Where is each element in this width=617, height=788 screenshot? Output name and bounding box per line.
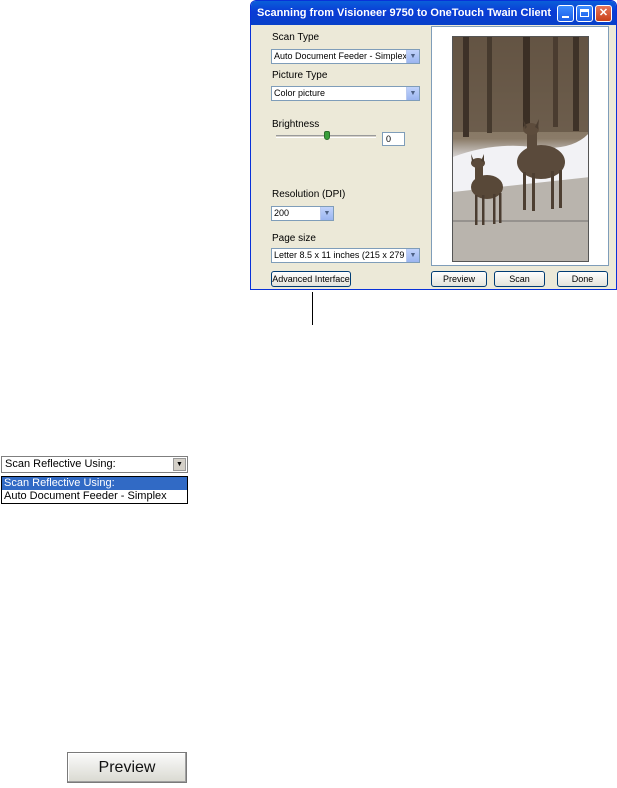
resolution-select[interactable]: 200 ▼: [271, 206, 334, 221]
preview-image: [452, 36, 589, 262]
scan-reflective-dropdown[interactable]: Scan Reflective Using: ▼: [1, 456, 188, 473]
dialog-body: Scan Type Auto Document Feeder - Simplex…: [251, 25, 616, 289]
resolution-value: 200: [274, 208, 290, 218]
maximize-icon[interactable]: [576, 4, 593, 22]
resolution-label: Resolution (DPI): [272, 189, 346, 200]
dropdown-option-list: Scan Reflective Using: Auto Document Fee…: [1, 476, 188, 504]
brightness-slider-thumb[interactable]: [324, 131, 330, 140]
picture-type-value: Color picture: [274, 88, 326, 98]
title-bar[interactable]: Scanning from Visioneer 9750 to OneTouch…: [251, 1, 616, 25]
dropdown-option[interactable]: Scan Reflective Using:: [2, 477, 187, 490]
deer-photo: [453, 37, 588, 261]
brightness-input[interactable]: 0: [382, 132, 405, 146]
chevron-down-icon[interactable]: ▼: [406, 50, 419, 63]
scan-type-label: Scan Type: [272, 32, 320, 43]
callout-line: [312, 292, 313, 325]
scan-type-value: Auto Document Feeder - Simplex: [274, 51, 408, 61]
done-button[interactable]: Done: [557, 271, 608, 287]
preview-button-large[interactable]: Preview: [67, 752, 187, 783]
picture-type-label: Picture Type: [272, 70, 328, 81]
scan-dialog: Scanning from Visioneer 9750 to OneTouch…: [250, 0, 617, 290]
page-size-select[interactable]: Letter 8.5 x 11 inches (215 x 279 mm) ▼: [271, 248, 420, 263]
close-icon[interactable]: ✕: [595, 4, 612, 22]
chevron-down-icon[interactable]: ▼: [406, 87, 419, 100]
scan-type-select[interactable]: Auto Document Feeder - Simplex ▼: [271, 49, 420, 64]
chevron-down-icon[interactable]: ▼: [406, 249, 419, 262]
page-size-label: Page size: [272, 233, 316, 244]
advanced-interface-button[interactable]: Advanced Interface: [271, 271, 351, 287]
minimize-icon[interactable]: [557, 4, 574, 22]
picture-type-select[interactable]: Color picture ▼: [271, 86, 420, 101]
dropdown-option[interactable]: Auto Document Feeder - Simplex: [2, 490, 187, 503]
scan-button[interactable]: Scan: [494, 271, 545, 287]
preview-button[interactable]: Preview: [431, 271, 487, 287]
page-size-value: Letter 8.5 x 11 inches (215 x 279 mm): [274, 250, 420, 260]
chevron-down-icon[interactable]: ▼: [320, 207, 333, 220]
brightness-label: Brightness: [272, 119, 320, 130]
dropdown-current-value: Scan Reflective Using:: [5, 458, 116, 470]
window-title: Scanning from Visioneer 9750 to OneTouch…: [257, 7, 551, 19]
chevron-down-icon[interactable]: ▼: [173, 458, 186, 471]
preview-pane: [431, 26, 609, 266]
